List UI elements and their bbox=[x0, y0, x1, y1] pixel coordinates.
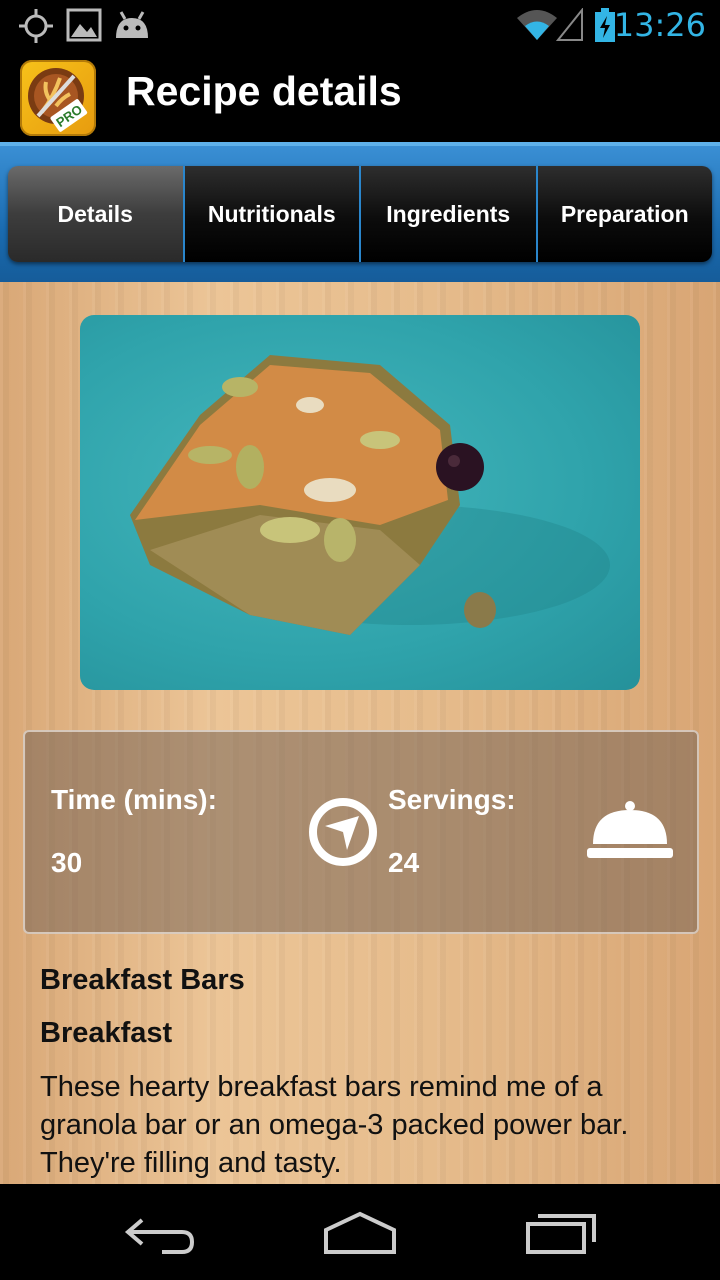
recipe-info-panel: Time (mins): 30 Servings: 24 bbox=[23, 730, 699, 934]
wifi-icon bbox=[517, 10, 557, 40]
recipe-photo bbox=[80, 315, 640, 690]
status-bar: 13:26 bbox=[0, 0, 720, 50]
tab-preparation[interactable]: Preparation bbox=[537, 166, 712, 262]
battery-charging-icon bbox=[595, 8, 615, 42]
recipe-description: These hearty breakfast bars remind me of… bbox=[40, 1071, 629, 1179]
page-title: Recipe details bbox=[126, 68, 402, 114]
time-value: 30 bbox=[51, 847, 83, 878]
home-icon[interactable] bbox=[320, 1208, 400, 1258]
tab-bar: Details Nutritionals Ingredients Prepara… bbox=[8, 166, 712, 262]
recipe-name: Breakfast Bars bbox=[40, 964, 245, 996]
recipe-content[interactable]: Time (mins): 30 Servings: 24 Breakfast B… bbox=[0, 282, 720, 1184]
tab-nutritionals[interactable]: Nutritionals bbox=[184, 166, 361, 262]
navigation-bar bbox=[0, 1184, 720, 1280]
tab-ingredients[interactable]: Ingredients bbox=[361, 166, 538, 262]
signal-icon bbox=[556, 8, 583, 41]
servings-value: 24 bbox=[388, 847, 420, 878]
tab-band: Details Nutritionals Ingredients Prepara… bbox=[0, 142, 720, 286]
app-icon[interactable]: PRO bbox=[20, 60, 96, 136]
compass-clock-icon bbox=[309, 798, 377, 866]
image-icon bbox=[66, 8, 102, 42]
servings-label: Servings: bbox=[388, 784, 516, 815]
recents-icon[interactable] bbox=[522, 1208, 602, 1258]
recipe-category: Breakfast bbox=[40, 1017, 173, 1049]
tab-details[interactable]: Details bbox=[8, 166, 185, 262]
status-clock: 13:26 bbox=[613, 6, 706, 44]
back-icon[interactable] bbox=[122, 1208, 198, 1258]
serving-cloche-icon bbox=[587, 801, 673, 858]
action-bar: PRO Recipe details bbox=[0, 50, 720, 142]
time-label: Time (mins): bbox=[51, 784, 217, 815]
gps-icon bbox=[19, 9, 53, 43]
android-icon bbox=[116, 11, 148, 38]
